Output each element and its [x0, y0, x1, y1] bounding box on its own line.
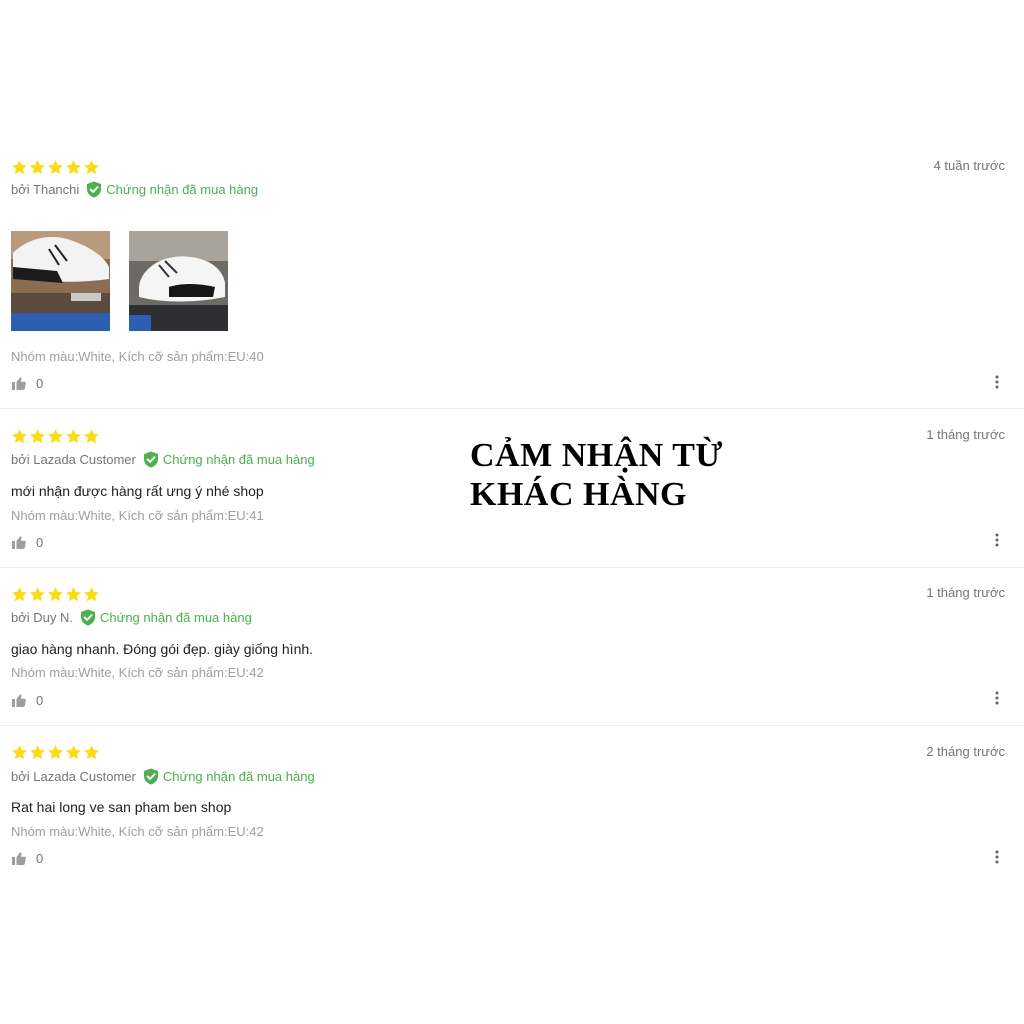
like-count: 0: [36, 693, 44, 708]
like-count: 0: [36, 535, 44, 550]
review-date: 1 tháng trước: [926, 427, 1005, 442]
review-sku: Nhóm màu:White, Kích cỡ sản phẩm:EU:42: [11, 824, 264, 839]
verified-shield-icon: [143, 768, 158, 785]
verified-shield-icon: [87, 181, 102, 198]
review-photo[interactable]: [129, 231, 228, 331]
review-content: giao hàng nhanh. Đóng gói đẹp. giày giốn…: [11, 641, 314, 657]
verified-label: Chứng nhận đã mua hàng: [162, 452, 315, 467]
star-icon: [12, 160, 27, 175]
review-photo[interactable]: [11, 231, 110, 331]
review-date: 4 tuần trước: [933, 158, 1005, 173]
more-vertical-icon[interactable]: [994, 691, 1000, 705]
shoe-photo-1: [11, 231, 110, 331]
thumbs-up-icon: [12, 694, 26, 707]
review-byline: bởi Lazada Customer Chứng nhận đã mua hà…: [11, 768, 315, 785]
more-vertical-icon[interactable]: [994, 533, 1000, 547]
verified-shield-icon: [143, 451, 158, 468]
review-byline: bởi Duy N. Chứng nhận đã mua hàng: [11, 609, 252, 626]
verified-purchase-badge: Chứng nhận đã mua hàng: [143, 451, 315, 468]
like-count: 0: [36, 376, 44, 391]
star-icon: [84, 160, 99, 175]
thumbs-up-icon: [12, 536, 26, 549]
overlay-caption: CẢM NHẬN TỪ KHÁC HÀNG: [470, 436, 890, 514]
review-content: mới nhận được hàng rất ưng ý nhé shop: [11, 483, 264, 499]
like-button[interactable]: 0: [12, 851, 43, 866]
review-author: bởi Lazada Customer: [11, 769, 136, 784]
like-button[interactable]: 0: [12, 693, 43, 708]
review-sku: Nhóm màu:White, Kích cỡ sản phẩm:EU:41: [11, 508, 264, 523]
verified-label: Chứng nhận đã mua hàng: [100, 610, 252, 625]
verified-purchase-badge: Chứng nhận đã mua hàng: [86, 181, 258, 198]
star-icon: [30, 429, 45, 444]
star-icon: [30, 587, 45, 602]
review-item: 2 tháng trước bởi Lazada Customer Chứng …: [0, 726, 1024, 876]
more-vertical-icon[interactable]: [994, 375, 1000, 389]
review-byline: bởi Thanchi Chứng nhận đã mua hàng: [11, 181, 258, 198]
star-icon: [84, 587, 99, 602]
overlay-line-1: CẢM NHẬN TỪ: [470, 437, 723, 474]
star-icon: [66, 160, 81, 175]
star-icon: [12, 587, 27, 602]
verified-label: Chứng nhận đã mua hàng: [106, 182, 259, 197]
overlay-line-2: KHÁC HÀNG: [470, 476, 687, 513]
star-icon: [66, 745, 81, 760]
rating-stars: [11, 428, 100, 445]
verified-shield-icon: [81, 609, 95, 626]
star-icon: [48, 745, 63, 760]
thumbs-up-icon: [12, 852, 26, 865]
star-icon: [12, 745, 27, 760]
star-icon: [48, 587, 63, 602]
shoe-photo-2: [129, 231, 228, 331]
verified-label: Chứng nhận đã mua hàng: [162, 769, 315, 784]
thumbs-up-icon: [12, 377, 26, 390]
review-author: bởi Lazada Customer: [11, 452, 136, 467]
star-icon: [84, 745, 99, 760]
like-count: 0: [36, 851, 44, 866]
review-sku: Nhóm màu:White, Kích cỡ sản phẩm:EU:40: [11, 349, 264, 364]
review-author: bởi Duy N.: [11, 610, 73, 625]
star-icon: [30, 745, 45, 760]
rating-stars: [11, 159, 100, 176]
verified-purchase-badge: Chứng nhận đã mua hàng: [80, 609, 252, 626]
more-vertical-icon[interactable]: [994, 850, 1000, 864]
like-button[interactable]: 0: [12, 535, 43, 550]
review-item: 1 tháng trước bởi Duy N. Chứng nhận đã m…: [0, 568, 1024, 726]
review-author: bởi Thanchi: [11, 182, 80, 197]
like-button[interactable]: 0: [12, 376, 43, 391]
review-sku: Nhóm màu:White, Kích cỡ sản phẩm:EU:42: [11, 665, 264, 680]
review-byline: bởi Lazada Customer Chứng nhận đã mua hà…: [11, 451, 315, 468]
star-icon: [48, 429, 63, 444]
review-content: Rat hai long ve san pham ben shop: [11, 799, 232, 815]
star-icon: [66, 429, 81, 444]
rating-stars: [11, 744, 100, 761]
star-icon: [12, 429, 27, 444]
star-icon: [48, 160, 63, 175]
star-icon: [66, 587, 81, 602]
review-date: 2 tháng trước: [926, 744, 1005, 759]
verified-purchase-badge: Chứng nhận đã mua hàng: [143, 768, 315, 785]
review-item: 4 tuần trước bởi Thanchi Chứng nhận đã m…: [0, 0, 1024, 409]
star-icon: [84, 429, 99, 444]
star-icon: [30, 160, 45, 175]
review-date: 1 tháng trước: [926, 585, 1005, 600]
rating-stars: [11, 586, 100, 603]
